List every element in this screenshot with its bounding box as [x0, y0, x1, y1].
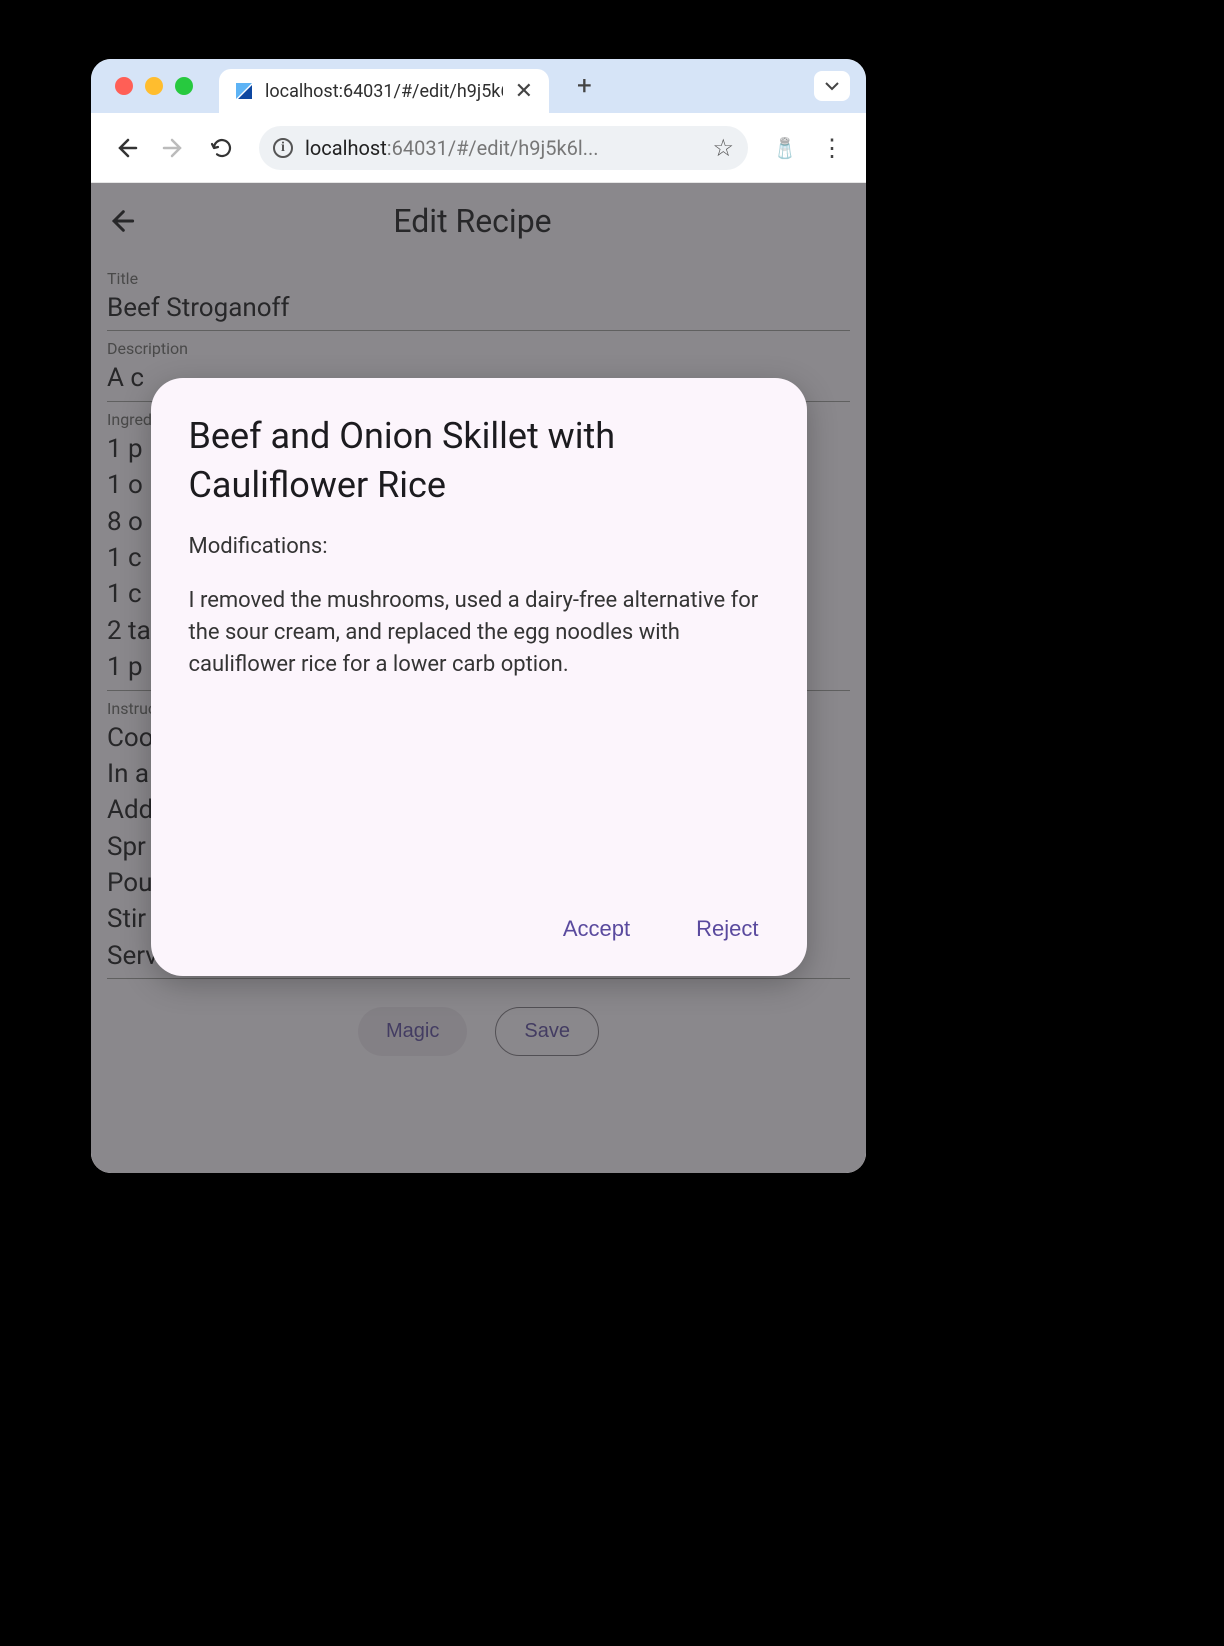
bookmark-icon[interactable]: ☆ — [712, 134, 734, 162]
maximize-window-button[interactable] — [175, 77, 193, 95]
reload-button[interactable] — [201, 127, 243, 169]
window-controls — [115, 77, 193, 95]
browser-menu-button[interactable]: ⋮ — [812, 134, 852, 162]
url-bar[interactable]: i localhost:64031/#/edit/h9j5k6l... ☆ — [259, 126, 748, 170]
accept-button[interactable]: Accept — [553, 910, 640, 948]
minimize-window-button[interactable] — [145, 77, 163, 95]
close-tab-button[interactable]: ✕ — [513, 79, 535, 104]
url-text: localhost:64031/#/edit/h9j5k6l... — [305, 136, 700, 160]
suggestion-dialog: Beef and Onion Skillet with Cauliflower … — [151, 378, 807, 976]
reject-button[interactable]: Reject — [686, 910, 768, 948]
dialog-body: Modifications: I removed the mushrooms, … — [189, 531, 769, 892]
app-content: Edit Recipe Title Beef Stroganoff Descri… — [91, 183, 866, 1173]
modifications-label: Modifications: — [189, 531, 769, 563]
forward-button[interactable] — [153, 127, 195, 169]
tab-bar: localhost:64031/#/edit/h9j5k6 ✕ + — [91, 59, 866, 113]
tabs-dropdown-button[interactable] — [814, 71, 850, 101]
tab-favicon — [233, 80, 255, 102]
modifications-text: I removed the mushrooms, used a dairy-fr… — [189, 588, 759, 677]
close-window-button[interactable] — [115, 77, 133, 95]
dialog-actions: Accept Reject — [189, 892, 769, 948]
browser-window: localhost:64031/#/edit/h9j5k6 ✕ + i loca… — [91, 59, 866, 1173]
new-tab-button[interactable]: + — [577, 71, 592, 101]
site-info-icon[interactable]: i — [273, 138, 293, 158]
dialog-title: Beef and Onion Skillet with Cauliflower … — [189, 412, 769, 509]
back-button[interactable] — [105, 127, 147, 169]
tab-title: localhost:64031/#/edit/h9j5k6 — [265, 81, 503, 102]
url-toolbar: i localhost:64031/#/edit/h9j5k6l... ☆ 🧂 … — [91, 113, 866, 183]
browser-tab[interactable]: localhost:64031/#/edit/h9j5k6 ✕ — [219, 69, 549, 113]
extension-icon[interactable]: 🧂 — [772, 135, 798, 161]
